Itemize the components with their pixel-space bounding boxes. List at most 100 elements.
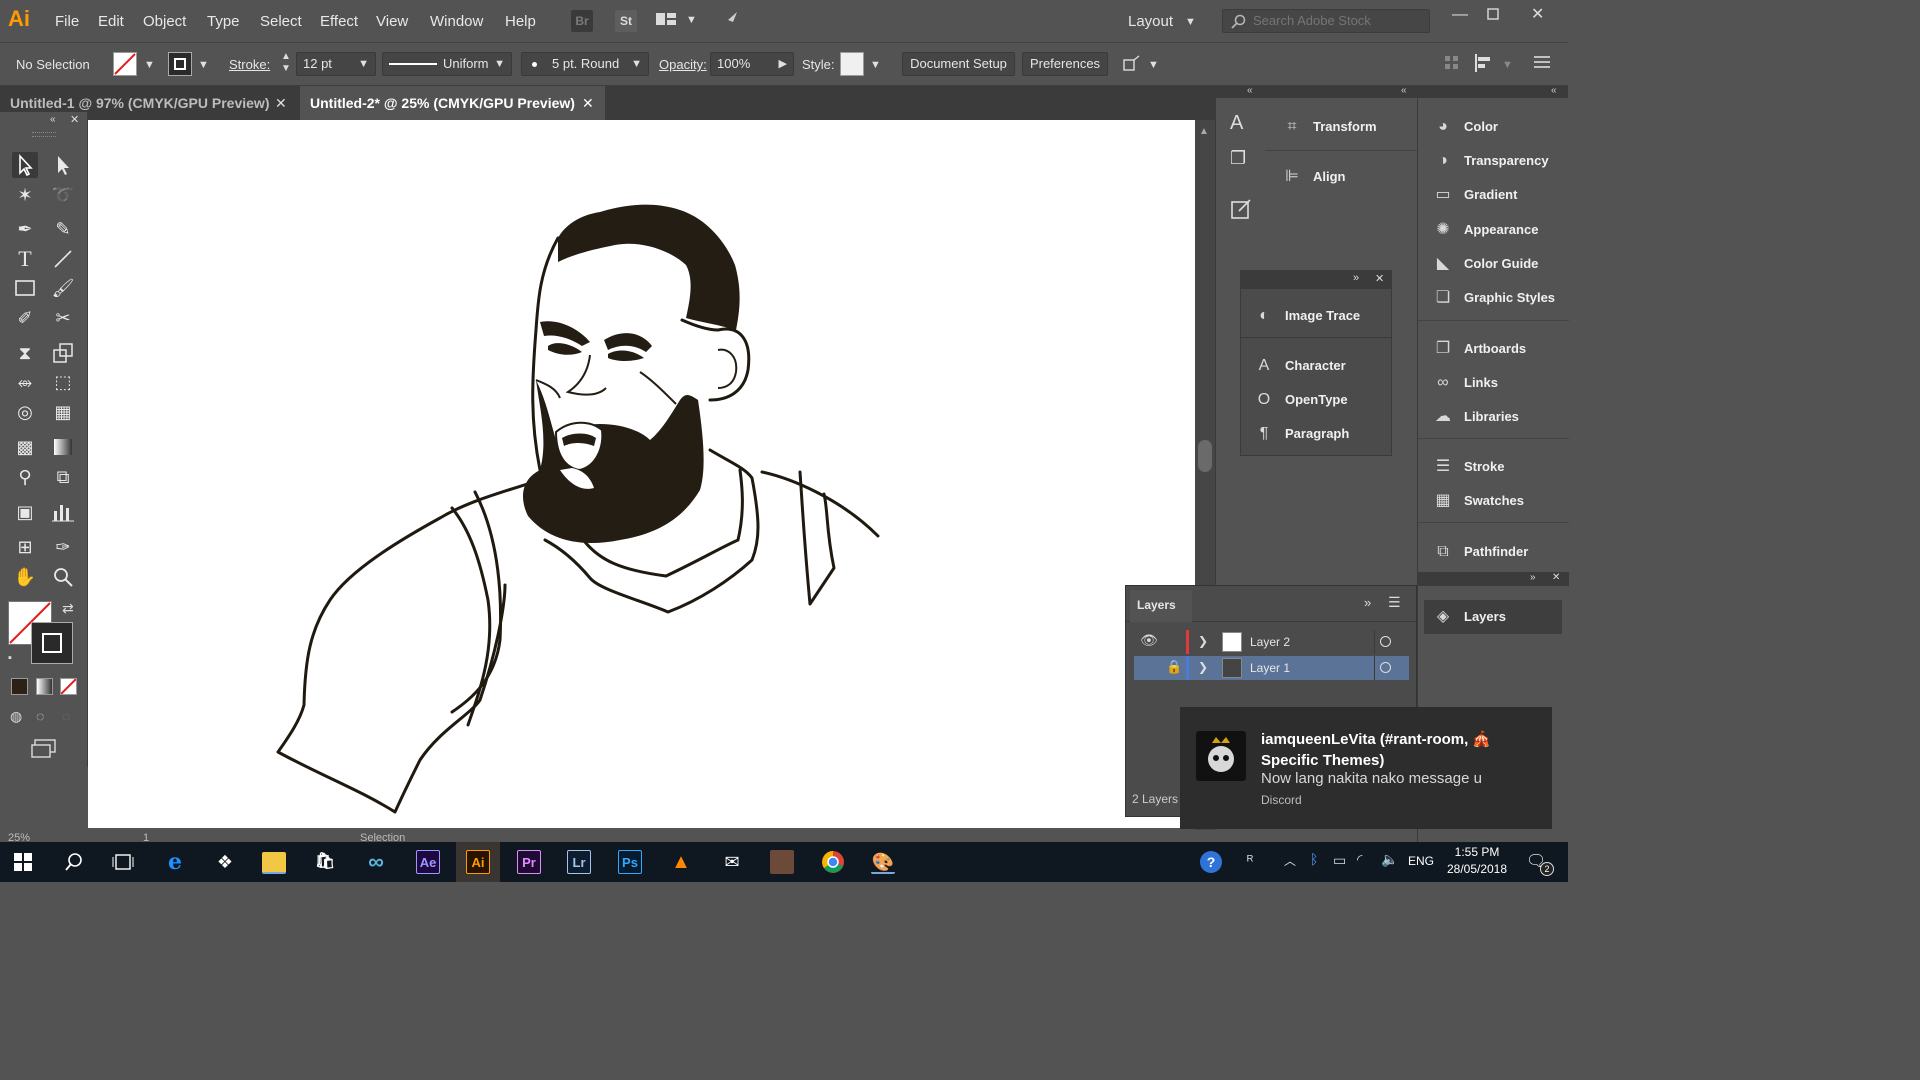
style-chevron-icon[interactable]: ▼ xyxy=(870,59,881,71)
transform-options-icon[interactable] xyxy=(1121,55,1141,78)
brush-definition[interactable]: 5 pt. Round ▼ xyxy=(521,52,649,76)
menu-window[interactable]: Window xyxy=(430,13,483,30)
selection-tool-icon[interactable] xyxy=(12,152,38,178)
preferences-button[interactable]: Preferences xyxy=(1022,52,1108,76)
width-tool-icon[interactable]: ⥈ xyxy=(12,369,38,395)
arduino-icon[interactable]: ∞ xyxy=(364,850,388,874)
dropbox-icon[interactable]: ❖ xyxy=(213,850,237,874)
zoom-level[interactable]: 25% xyxy=(8,832,30,842)
collapse-panels-icon[interactable]: « xyxy=(1247,85,1253,96)
artboard-tool-icon[interactable]: ⊞ xyxy=(12,534,38,560)
after-effects-icon[interactable]: Ae xyxy=(416,850,440,874)
opentype-panel-tab[interactable]: O OpenType xyxy=(1253,383,1348,417)
artboard[interactable] xyxy=(88,120,1195,828)
transparency-panel-tab[interactable]: ◑ Transparency xyxy=(1432,144,1548,178)
toolbar-grip[interactable] xyxy=(32,132,56,137)
appearance-panel-tab[interactable]: ✺ Appearance xyxy=(1432,213,1538,247)
workspace-chevron-icon[interactable]: ▼ xyxy=(1185,16,1196,28)
stroke-swatch-chevron-icon[interactable]: ▼ xyxy=(198,59,209,71)
lasso-tool-icon[interactable]: ➰ xyxy=(50,182,76,208)
search-icon[interactable] xyxy=(64,852,84,875)
links-panel-tab[interactable]: ∞ Links xyxy=(1432,366,1498,400)
align-options-icon[interactable] xyxy=(1474,53,1496,76)
input-language[interactable]: ENG xyxy=(1408,854,1434,868)
menu-help[interactable]: Help xyxy=(505,13,536,30)
layers-tab[interactable]: Layers xyxy=(1130,590,1192,622)
lock-icon[interactable]: 🔒 xyxy=(1166,659,1182,675)
wifi-icon[interactable]: ◜ xyxy=(1357,851,1362,868)
close-toolbar-icon[interactable]: ✕ xyxy=(70,113,79,126)
layers-group-header[interactable]: » ✕ xyxy=(1418,572,1569,586)
lightroom-icon[interactable]: Lr xyxy=(567,850,591,874)
menu-file[interactable]: File xyxy=(55,13,79,30)
magic-wand-tool-icon[interactable]: ✶ xyxy=(12,182,38,208)
symbol-sprayer-tool-icon[interactable]: ▣ xyxy=(12,499,38,525)
gradient-mode-icon[interactable] xyxy=(36,678,53,695)
target-circle-icon[interactable] xyxy=(1380,636,1391,647)
shaper-tool-icon[interactable]: ✐ xyxy=(12,305,38,331)
current-tool-status[interactable]: Selection xyxy=(360,832,405,842)
paragraph-panel-tab[interactable]: ¶ Paragraph xyxy=(1253,417,1350,451)
screen-mode-icon[interactable] xyxy=(31,738,59,761)
system-clock[interactable]: 1:55 PM 28/05/2018 xyxy=(1444,844,1510,878)
expand-layer-chevron-icon[interactable]: ❯ xyxy=(1198,660,1208,674)
control-panel-menu-icon[interactable] xyxy=(1534,55,1550,72)
stroke-stepper[interactable]: ▲ ▼ xyxy=(281,51,291,75)
fill-chevron-icon[interactable]: ▼ xyxy=(144,59,155,71)
align-chevron-icon[interactable]: ▼ xyxy=(1502,59,1513,71)
arrange-chevron-icon[interactable]: ▼ xyxy=(686,14,697,26)
tab-close-icon[interactable]: ✕ xyxy=(275,86,287,120)
zoom-tool-icon[interactable] xyxy=(50,564,76,590)
expand-layer-chevron-icon[interactable]: ❯ xyxy=(1198,634,1208,648)
transform-chevron-icon[interactable]: ▼ xyxy=(1148,59,1159,71)
illustrator-icon[interactable]: Ai xyxy=(466,850,490,874)
align-grid-icon[interactable] xyxy=(1444,55,1460,74)
shape-builder-tool-icon[interactable]: ◎ xyxy=(12,399,38,425)
export-asset-icon[interactable] xyxy=(1230,198,1252,223)
close-panel-icon[interactable]: ✕ xyxy=(1375,272,1384,285)
minimize-icon[interactable]: — xyxy=(1452,6,1468,24)
arrange-documents-icon[interactable] xyxy=(655,11,677,32)
free-transform-tool-icon[interactable]: ⬚ xyxy=(50,369,76,395)
visibility-eye-icon[interactable]: 👁 xyxy=(1140,632,1158,649)
expand-panel-icon[interactable]: » xyxy=(1353,272,1359,284)
eyedropper-tool-icon[interactable]: ⚲ xyxy=(12,464,38,490)
opacity-field[interactable]: 100% ▶ xyxy=(710,52,794,76)
game-app-icon[interactable] xyxy=(770,850,794,874)
paragraph-styles-icon[interactable]: ❐ xyxy=(1230,148,1246,169)
people-icon[interactable]: ᴿ xyxy=(1247,852,1253,868)
draw-behind-icon[interactable]: ◌ xyxy=(36,708,44,724)
collapse-panels-icon[interactable]: « xyxy=(1401,85,1407,96)
menu-type[interactable]: Type xyxy=(207,13,240,30)
direct-selection-tool-icon[interactable] xyxy=(50,152,76,178)
bridge-button[interactable]: Br xyxy=(571,10,593,32)
help-icon[interactable]: ? xyxy=(1200,851,1222,873)
graphic-style-swatch[interactable] xyxy=(840,52,864,76)
reflect-tool-icon[interactable]: ⧗ xyxy=(12,340,38,366)
close-panel-icon[interactable]: ✕ xyxy=(1552,572,1560,583)
stroke-label[interactable]: Stroke: xyxy=(229,57,270,72)
bluetooth-icon[interactable]: ᛒ xyxy=(1310,851,1318,867)
close-icon[interactable]: ✕ xyxy=(1531,4,1544,24)
opacity-label[interactable]: Opacity: xyxy=(659,57,707,72)
lineart-illustration[interactable] xyxy=(88,120,1195,828)
workspace-switcher[interactable]: Layout xyxy=(1128,13,1173,30)
edge-browser-icon[interactable]: e xyxy=(163,850,187,874)
file-explorer-icon[interactable] xyxy=(262,852,286,874)
stroke-swatch[interactable] xyxy=(168,52,192,76)
target-circle-icon[interactable] xyxy=(1380,662,1391,673)
column-graph-tool-icon[interactable] xyxy=(50,499,76,525)
stroke-weight-field[interactable]: 12 pt ▼ xyxy=(296,52,376,76)
pen-tool-icon[interactable]: ✒ xyxy=(12,216,38,242)
document-setup-button[interactable]: Document Setup xyxy=(902,52,1015,76)
windows-start-icon[interactable] xyxy=(14,853,32,874)
expand-panel-icon[interactable]: » xyxy=(1364,595,1371,610)
character-panel-tab[interactable]: A Character xyxy=(1253,349,1346,383)
default-fill-stroke-icon[interactable]: ▪ xyxy=(8,652,12,664)
paint-app-icon[interactable]: 🎨 xyxy=(871,850,895,874)
expand-panel-icon[interactable]: » xyxy=(1530,572,1536,583)
tab-untitled-2[interactable]: Untitled-2* @ 25% (CMYK/GPU Preview) ✕ xyxy=(300,86,605,120)
menu-effect[interactable]: Effect xyxy=(320,13,358,30)
rectangle-tool-icon[interactable] xyxy=(12,275,38,301)
color-panel-tab[interactable]: ◕ Color xyxy=(1432,110,1498,144)
